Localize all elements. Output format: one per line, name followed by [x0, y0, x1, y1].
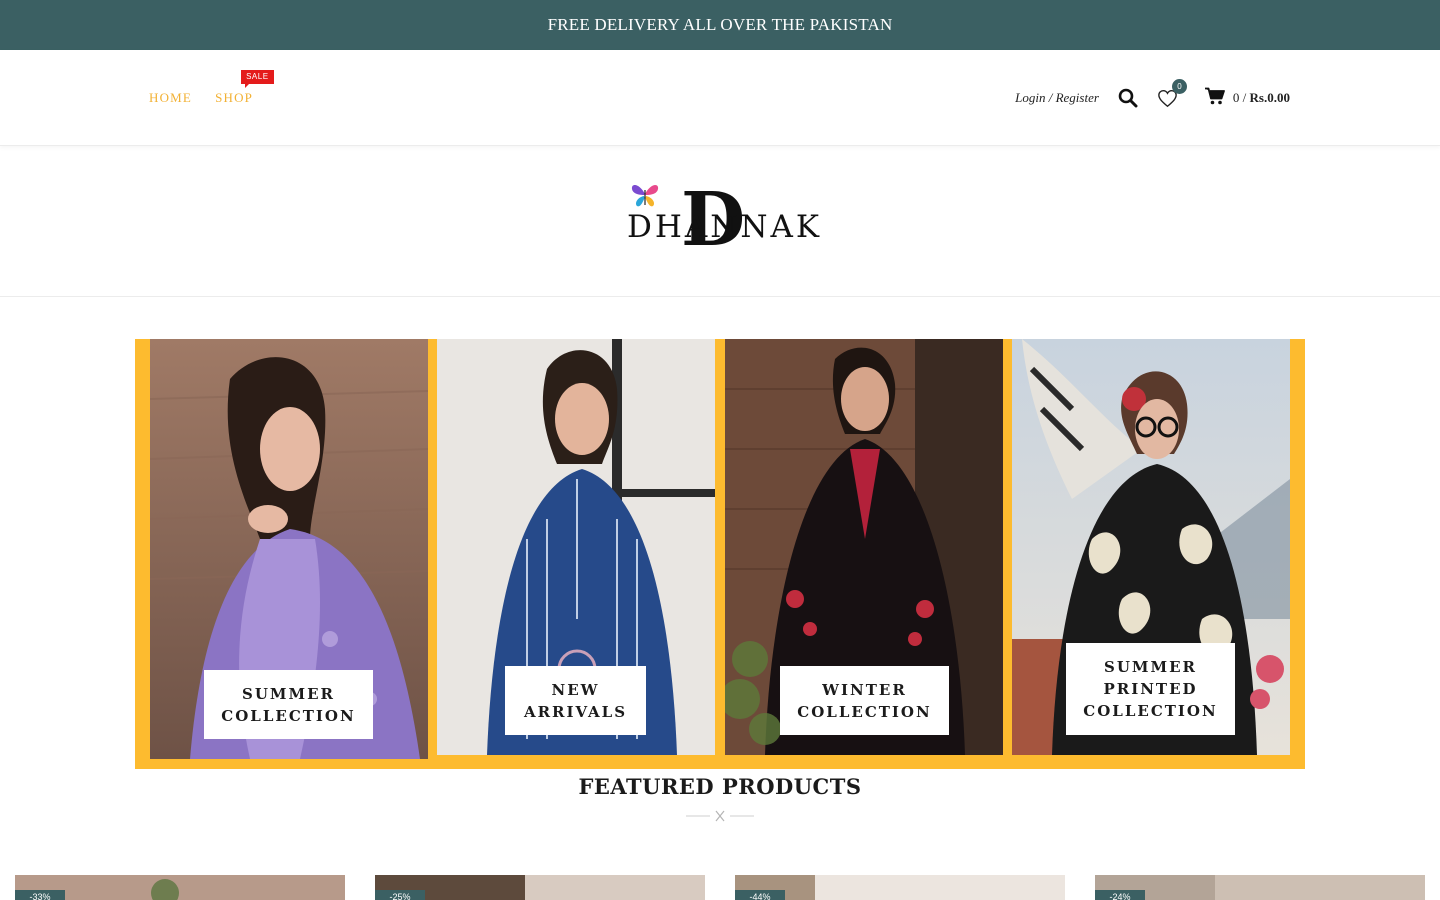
cart-icon	[1204, 87, 1225, 109]
product-card[interactable]: -24%	[1095, 875, 1425, 900]
product-card[interactable]: -44%	[735, 875, 1065, 900]
heading-divider-icon	[686, 810, 754, 822]
collection-card-summer[interactable]: SUMMER COLLECTION	[150, 339, 428, 759]
announcement-text: FREE DELIVERY ALL OVER THE PAKISTAN	[547, 15, 893, 34]
collection-label-summer-printed[interactable]: SUMMER PRINTED COLLECTION	[1066, 643, 1235, 735]
nav-home-link[interactable]: HOME	[149, 90, 192, 106]
cart-button[interactable]: 0 / Rs.0.00	[1204, 87, 1290, 109]
logo-area: D DHANNAK	[0, 147, 1440, 297]
wishlist-heart-icon[interactable]: 0	[1157, 79, 1187, 109]
product-card[interactable]: -25%	[375, 875, 705, 900]
nav-shop-link[interactable]: SHOP SALE	[215, 70, 274, 106]
discount-badge: -24%	[1095, 890, 1145, 900]
wishlist-count-badge: 0	[1171, 79, 1187, 94]
collections-banner: SUMMER COLLECTION NEW ARRIVALS WINTER CO…	[135, 339, 1305, 769]
discount-badge: -25%	[375, 890, 425, 900]
collection-label-summer[interactable]: SUMMER COLLECTION	[204, 670, 373, 739]
collection-label-new-arrivals[interactable]: NEW ARRIVALS	[505, 666, 646, 735]
collection-card-new-arrivals[interactable]: NEW ARRIVALS	[437, 339, 715, 755]
site-logo[interactable]: D DHANNAK	[625, 181, 819, 259]
discount-badge: -33%	[15, 890, 65, 900]
collection-card-summer-printed[interactable]: SUMMER PRINTED COLLECTION	[1012, 339, 1290, 755]
sale-badge: SALE	[241, 70, 274, 88]
nav-shop-label: SHOP	[215, 90, 254, 105]
logo-wordmark: DHANNAK	[627, 209, 823, 245]
cart-summary: 0 / Rs.0.00	[1233, 90, 1290, 106]
header-actions: Login / Register 0 0 / Rs.0.00	[1015, 79, 1290, 110]
product-card[interactable]: -33%	[15, 875, 345, 900]
search-icon[interactable]	[1117, 87, 1139, 109]
featured-products-heading: FEATURED PRODUCTS	[578, 774, 862, 799]
announcement-bar: FREE DELIVERY ALL OVER THE PAKISTAN	[0, 0, 1440, 50]
butterfly-icon	[631, 184, 659, 207]
cart-total: Rs.0.00	[1249, 90, 1290, 105]
discount-badge: -44%	[735, 890, 785, 900]
main-nav: HOME SHOP SALE	[149, 70, 274, 106]
site-header: HOME SHOP SALE Login / Register 0 0 / Rs…	[0, 50, 1440, 146]
collection-label-winter[interactable]: WINTER COLLECTION	[780, 666, 949, 735]
collection-card-winter[interactable]: WINTER COLLECTION	[725, 339, 1003, 755]
cart-count: 0 /	[1232, 90, 1247, 105]
login-register-link[interactable]: Login / Register	[1015, 90, 1099, 106]
